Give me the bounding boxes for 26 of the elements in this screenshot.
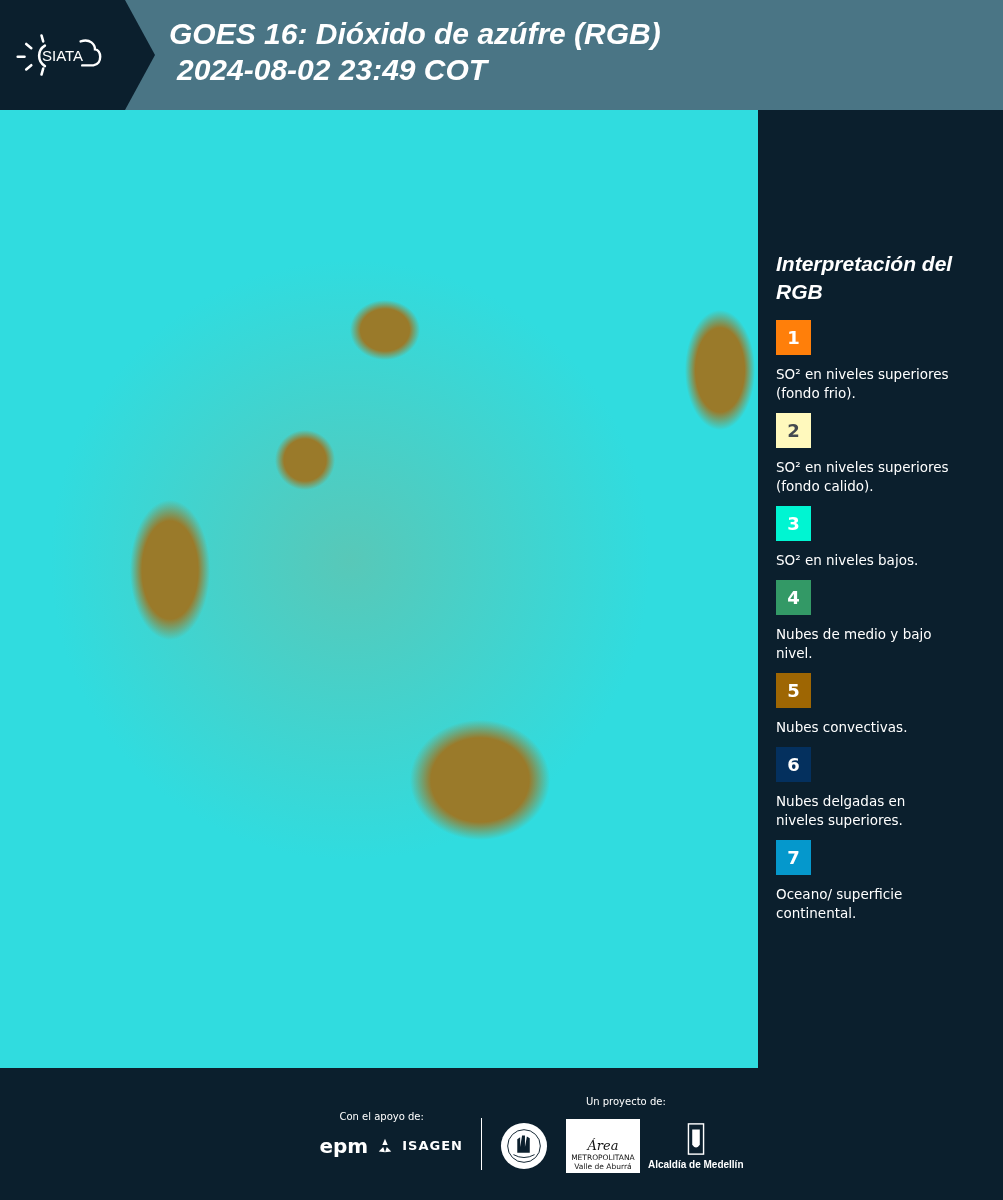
legend-description: SO² en niveles superiores (fondo calido). (776, 458, 950, 496)
legend-description: Nubes convectivas. (776, 718, 909, 737)
page-title: GOES 16: Dióxido de azúfre (RGB) (169, 16, 661, 52)
legend-swatch: 1 (776, 320, 811, 355)
alcaldia-logo-text: Alcaldía de Medellín (647, 1158, 744, 1170)
legend-swatch: 5 (776, 673, 811, 708)
legend-swatch: 7 (776, 840, 811, 875)
timestamp: 2024-08-02 23:49 COT (175, 52, 490, 88)
seal-emblem-icon (499, 1122, 548, 1170)
legend-swatch: 4 (776, 580, 811, 615)
legend-title: Interpretación del RGB (776, 251, 954, 305)
legend-swatch: 2 (776, 413, 811, 448)
legend-description: SO² en niveles bajos. (776, 551, 920, 570)
isagen-logo: ISAGEN (402, 1138, 463, 1153)
legend-description: SO² en niveles superiores (fondo frio). (776, 365, 950, 403)
logo-script-text: Área (587, 1137, 619, 1153)
legend-description: Oceano/ superficie continental. (776, 885, 904, 923)
project-label: Un proyecto de: (585, 1095, 666, 1107)
legend-description: Nubes delgadas en niveles superiores. (776, 792, 907, 830)
logo-text: SIATA (42, 46, 84, 64)
support-label: Con el apoyo de: (339, 1110, 424, 1122)
legend-swatch: 3 (776, 506, 811, 541)
legend-description: Nubes de medio y bajo nivel. (776, 625, 933, 663)
legend-swatch: 6 (776, 747, 811, 782)
epm-logo: epm (319, 1133, 369, 1158)
coat-of-arms-icon (685, 1121, 706, 1156)
